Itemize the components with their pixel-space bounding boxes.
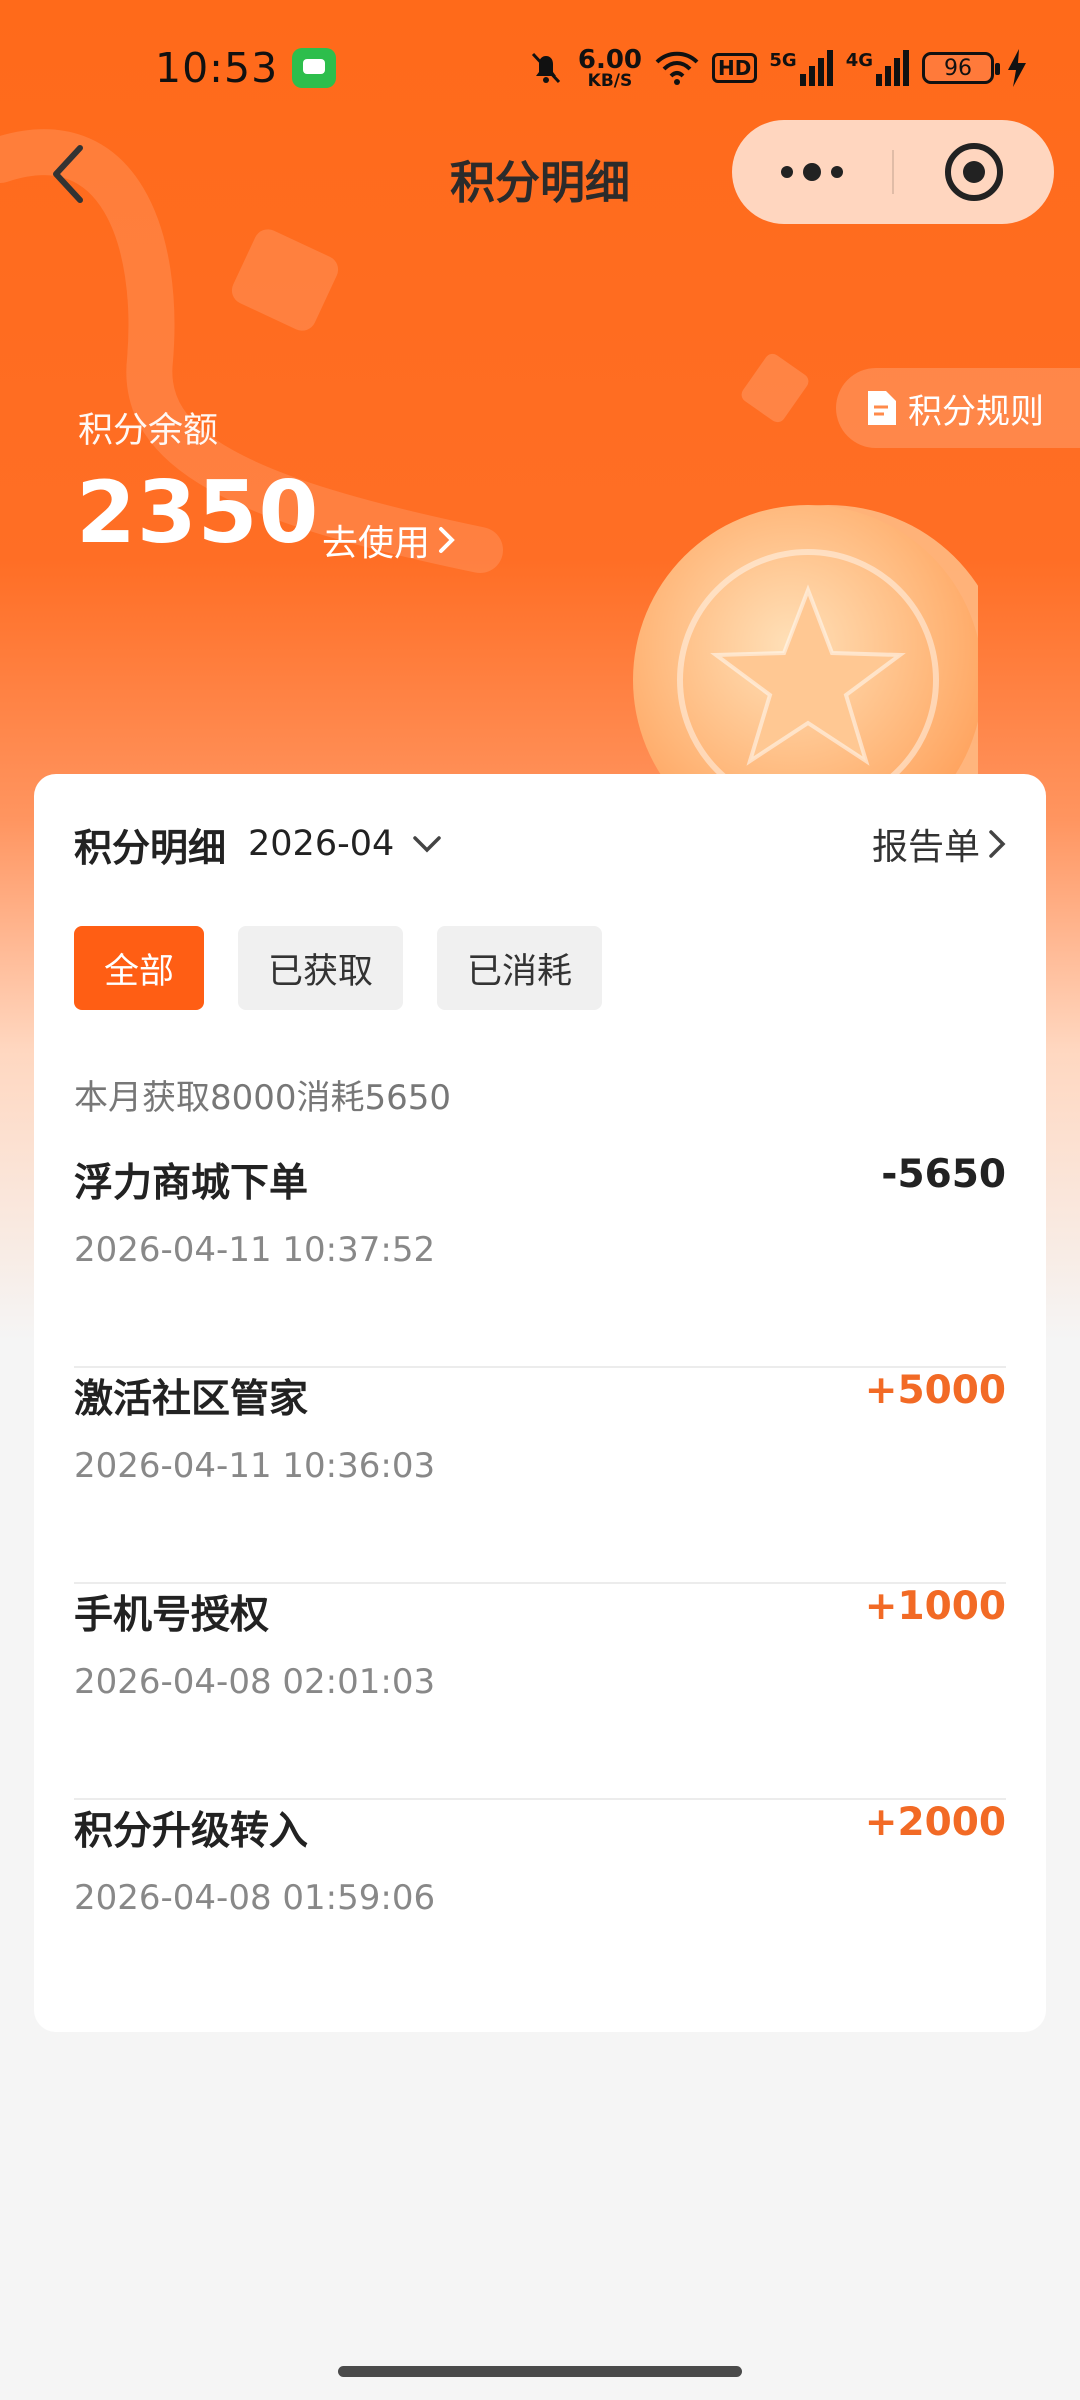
balance-label: 积分余额 (78, 411, 219, 451)
chevron-down-icon (413, 836, 442, 853)
more-dots-icon (781, 163, 843, 181)
monthly-summary: 本月获取8000消耗5650 (74, 1078, 452, 1118)
message-app-icon (292, 48, 336, 88)
signal-5g: 5G (769, 50, 833, 86)
report-label: 报告单 (871, 827, 980, 868)
charging-bolt-icon (1008, 49, 1026, 87)
home-indicator[interactable] (338, 2366, 742, 2377)
battery-level: 96 (944, 55, 972, 81)
status-icons: 6.00 KB/S HD 5G 4G 96 (526, 40, 1028, 96)
status-bar: 10:53 6.00 KB/S HD 5G 4G 96 (0, 0, 1080, 135)
report-link[interactable]: 报告单 (872, 814, 1006, 874)
month-value: 2026-04 (248, 824, 395, 864)
net-speed-value: 6.00 (577, 44, 643, 75)
use-points-link[interactable]: 去使用 (322, 514, 456, 566)
card-title: 积分明细 (74, 825, 227, 870)
list-item[interactable]: 浮力商城下单 2026-04-11 10:37:52 -5650 (74, 1152, 1006, 1368)
tab-earned[interactable]: 已获取 (238, 926, 404, 1010)
balance-value: 2350 (76, 463, 320, 563)
target-icon (945, 143, 1003, 201)
record-amount: +2000 (864, 1800, 1006, 1845)
status-time: 10:53 (155, 44, 279, 92)
filter-tabs: 全部 已获取 已消耗 (74, 926, 603, 1010)
signal-4g-label: 4G (845, 50, 873, 71)
signal-bars-icon (799, 50, 833, 86)
battery-indicator: 96 (922, 52, 1000, 84)
chevron-right-icon (989, 830, 1006, 858)
record-title: 积分升级转入 (74, 1809, 309, 1854)
tab-consumed[interactable]: 已消耗 (437, 926, 603, 1010)
more-button[interactable] (732, 120, 892, 224)
record-time: 2026-04-08 01:59:06 (74, 1878, 436, 1918)
net-speed: 6.00 KB/S (578, 47, 642, 90)
record-amount: -5650 (881, 1152, 1006, 1197)
signal-4g: 4G (846, 50, 910, 86)
points-detail-card: 积分明细 2026-04 报告单 全部 已获取 已消耗 本月获取8000消耗56… (34, 774, 1046, 2032)
records-list: 浮力商城下单 2026-04-11 10:37:52 -5650 激活社区管家 … (74, 1152, 1006, 2016)
close-miniapp-button[interactable] (894, 120, 1054, 224)
mute-bell-icon (531, 52, 560, 84)
record-title: 浮力商城下单 (74, 1161, 309, 1206)
points-rules-button[interactable]: 积分规则 (836, 368, 1080, 448)
list-item[interactable]: 积分升级转入 2026-04-08 01:59:06 +2000 (74, 1800, 1006, 2016)
miniapp-capsule (732, 120, 1054, 224)
net-speed-unit: KB/S (587, 70, 633, 91)
hd-badge: HD (712, 53, 758, 83)
record-amount: +5000 (864, 1368, 1006, 1413)
record-time: 2026-04-11 10:37:52 (74, 1230, 436, 1270)
card-header: 积分明细 2026-04 报告单 (74, 814, 1006, 874)
signal-bars-icon (876, 50, 909, 86)
signal-5g-label: 5G (769, 50, 797, 71)
record-time: 2026-04-08 02:01:03 (74, 1662, 436, 1702)
record-time: 2026-04-11 10:36:03 (74, 1446, 436, 1486)
record-title: 激活社区管家 (74, 1377, 309, 1422)
coin-illustration (633, 505, 978, 775)
wifi-icon (655, 51, 699, 85)
record-amount: +1000 (864, 1584, 1006, 1629)
chevron-right-icon (439, 527, 455, 553)
points-rules-label: 积分规则 (908, 391, 1044, 432)
tab-all[interactable]: 全部 (74, 926, 205, 1010)
top-navigation: 积分明细 (0, 118, 1080, 228)
list-item[interactable]: 激活社区管家 2026-04-11 10:36:03 +5000 (74, 1368, 1006, 1584)
document-icon (868, 391, 896, 425)
use-points-label: 去使用 (322, 523, 431, 564)
month-selector[interactable]: 2026-04 (248, 824, 442, 864)
record-title: 手机号授权 (74, 1593, 270, 1638)
list-item[interactable]: 手机号授权 2026-04-08 02:01:03 +1000 (74, 1584, 1006, 1800)
